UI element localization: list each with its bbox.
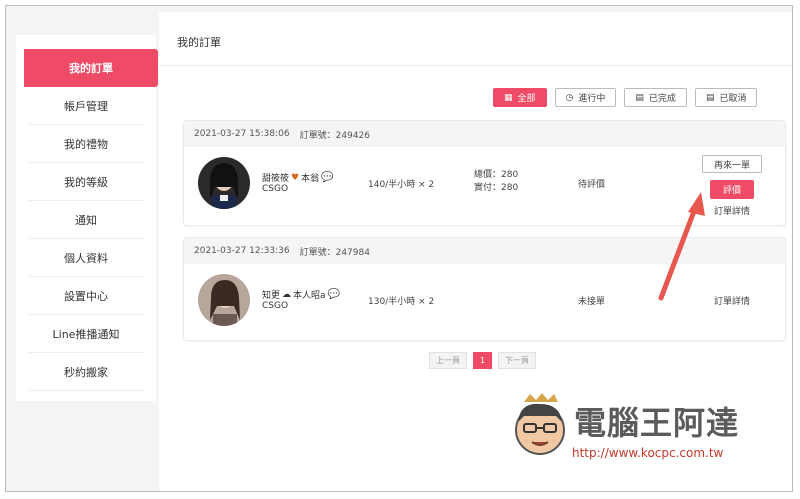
prev-page-button[interactable]: 上一頁 xyxy=(429,352,467,369)
sidebar-item-line-notify[interactable]: Line推播通知 xyxy=(16,315,156,353)
order-again-button[interactable]: 再來一單 xyxy=(702,155,762,173)
next-page-button[interactable]: 下一頁 xyxy=(498,352,536,369)
sidebar-item-label: 我的等級 xyxy=(64,176,108,189)
doc-icon: ▤ xyxy=(635,92,644,103)
game-name: CSGO xyxy=(262,301,289,311)
pagination: 上一頁 1 下一頁 xyxy=(429,352,536,369)
sidebar-item-level[interactable]: 我的等級 xyxy=(16,163,156,201)
tab-label: 進行中 xyxy=(578,94,606,104)
clock-icon: ◷ xyxy=(565,92,574,103)
sidebar: 我的訂單 帳戶管理 我的禮物 我的等級 通知 個人資料 設置中心 Line推播通… xyxy=(16,35,158,401)
tab-completed[interactable]: ▤ 已完成 xyxy=(624,88,687,107)
sidebar-item-label: 個人資料 xyxy=(64,252,108,265)
divider xyxy=(159,65,792,66)
order-datetime: 2021-03-27 12:33:36 xyxy=(194,246,290,256)
tab-label: 全部 xyxy=(517,94,536,104)
unit-price: 130/半小時 × 2 xyxy=(368,297,435,307)
sidebar-item-label: 我的訂單 xyxy=(69,62,113,75)
chat-icon[interactable]: 💬 xyxy=(328,289,340,300)
status-badge: 待評價 xyxy=(578,180,606,190)
mascot-logo xyxy=(515,393,565,455)
name-part: 知更 xyxy=(262,291,281,301)
list-icon: ▦ xyxy=(504,92,513,103)
sidebar-item-my-orders[interactable]: 我的訂單 xyxy=(24,49,158,87)
companion-name[interactable]: 甜筱筱 ♥ 本翁 💬 xyxy=(262,171,334,184)
tab-cancelled[interactable]: ▤ 已取消 xyxy=(694,88,758,107)
game-name: CSGO xyxy=(262,184,289,194)
status-badge: 未接單 xyxy=(578,297,606,307)
order-number: 訂單號：249426 xyxy=(299,130,370,141)
total-price: 總價：280 xyxy=(474,170,519,180)
tab-in-progress[interactable]: ◷ 進行中 xyxy=(554,88,617,107)
tab-label: 已完成 xyxy=(648,94,676,104)
sidebar-item-move[interactable]: 秒約搬家 xyxy=(16,353,156,391)
heart-icon: ♥ xyxy=(291,172,300,183)
sidebar-item-label: 通知 xyxy=(75,214,97,227)
sidebar-item-profile[interactable]: 個人資料 xyxy=(16,239,156,277)
watermark-url: http://www.kocpc.com.tw xyxy=(572,446,724,460)
paid-amount: 實付：280 xyxy=(474,183,519,193)
chat-icon[interactable]: 💬 xyxy=(321,172,333,183)
sidebar-item-label: 帳戶管理 xyxy=(64,100,108,113)
companion-name[interactable]: 知更 ☁ 本人昭a 💬 xyxy=(262,288,340,301)
review-button[interactable]: 評價 xyxy=(710,180,754,199)
name-part: 本人昭a xyxy=(293,291,326,301)
sidebar-item-settings[interactable]: 設置中心 xyxy=(16,277,156,315)
cloud-icon: ☁ xyxy=(282,289,292,300)
sidebar-item-notifications[interactable]: 通知 xyxy=(16,201,156,239)
order-number: 訂單號：247984 xyxy=(299,247,370,258)
order-body: 甜筱筱 ♥ 本翁 💬 CSGO 140/半小時 × 2 總價：280 實付：28… xyxy=(184,147,785,225)
unit-price: 140/半小時 × 2 xyxy=(368,180,435,190)
app-frame: 我的訂單 帳戶管理 我的禮物 我的等級 通知 個人資料 設置中心 Line推播通… xyxy=(5,5,793,492)
sidebar-item-account[interactable]: 帳戶管理 xyxy=(16,87,156,125)
total-block: 總價：280 實付：280 xyxy=(474,169,518,195)
order-header: 2021-03-27 12:33:36 訂單號：247984 xyxy=(184,238,785,264)
order-detail-link[interactable]: 訂單詳情 xyxy=(714,294,750,307)
sidebar-item-label: 我的禮物 xyxy=(64,138,108,151)
sidebar-item-label: 秒約搬家 xyxy=(64,366,108,379)
sidebar-item-label: Line推播通知 xyxy=(52,328,120,341)
avatar[interactable] xyxy=(198,274,250,326)
filter-tabs: ▦ 全部 ◷ 進行中 ▤ 已完成 ▤ 已取消 xyxy=(493,88,758,107)
tab-label: 已取消 xyxy=(719,94,747,104)
name-part: 甜筱筱 xyxy=(262,174,290,184)
order-detail-link[interactable]: 訂單詳情 xyxy=(714,204,750,217)
sidebar-item-gifts[interactable]: 我的禮物 xyxy=(16,125,156,163)
order-datetime: 2021-03-27 15:38:06 xyxy=(194,129,290,139)
doc-icon: ▤ xyxy=(705,92,715,103)
name-part: 本翁 xyxy=(301,174,320,184)
order-body: 知更 ☁ 本人昭a 💬 CSGO 130/半小時 × 2 未接單 訂單詳情 xyxy=(184,264,785,340)
page-title: 我的訂單 xyxy=(177,36,221,49)
page-number[interactable]: 1 xyxy=(473,352,492,369)
order-header: 2021-03-27 15:38:06 訂單號：249426 xyxy=(184,121,785,147)
avatar[interactable] xyxy=(198,157,250,209)
order-card: 2021-03-27 15:38:06 訂單號：249426 甜筱筱 ♥ 本翁 … xyxy=(183,120,786,226)
sidebar-item-label: 設置中心 xyxy=(64,290,108,303)
watermark: 電腦王阿達 http://www.kocpc.com.tw xyxy=(506,392,771,472)
tab-all[interactable]: ▦ 全部 xyxy=(493,88,547,107)
order-card: 2021-03-27 12:33:36 訂單號：247984 知更 ☁ 本人昭a xyxy=(183,237,786,341)
watermark-title: 電腦王阿達 xyxy=(574,404,740,442)
